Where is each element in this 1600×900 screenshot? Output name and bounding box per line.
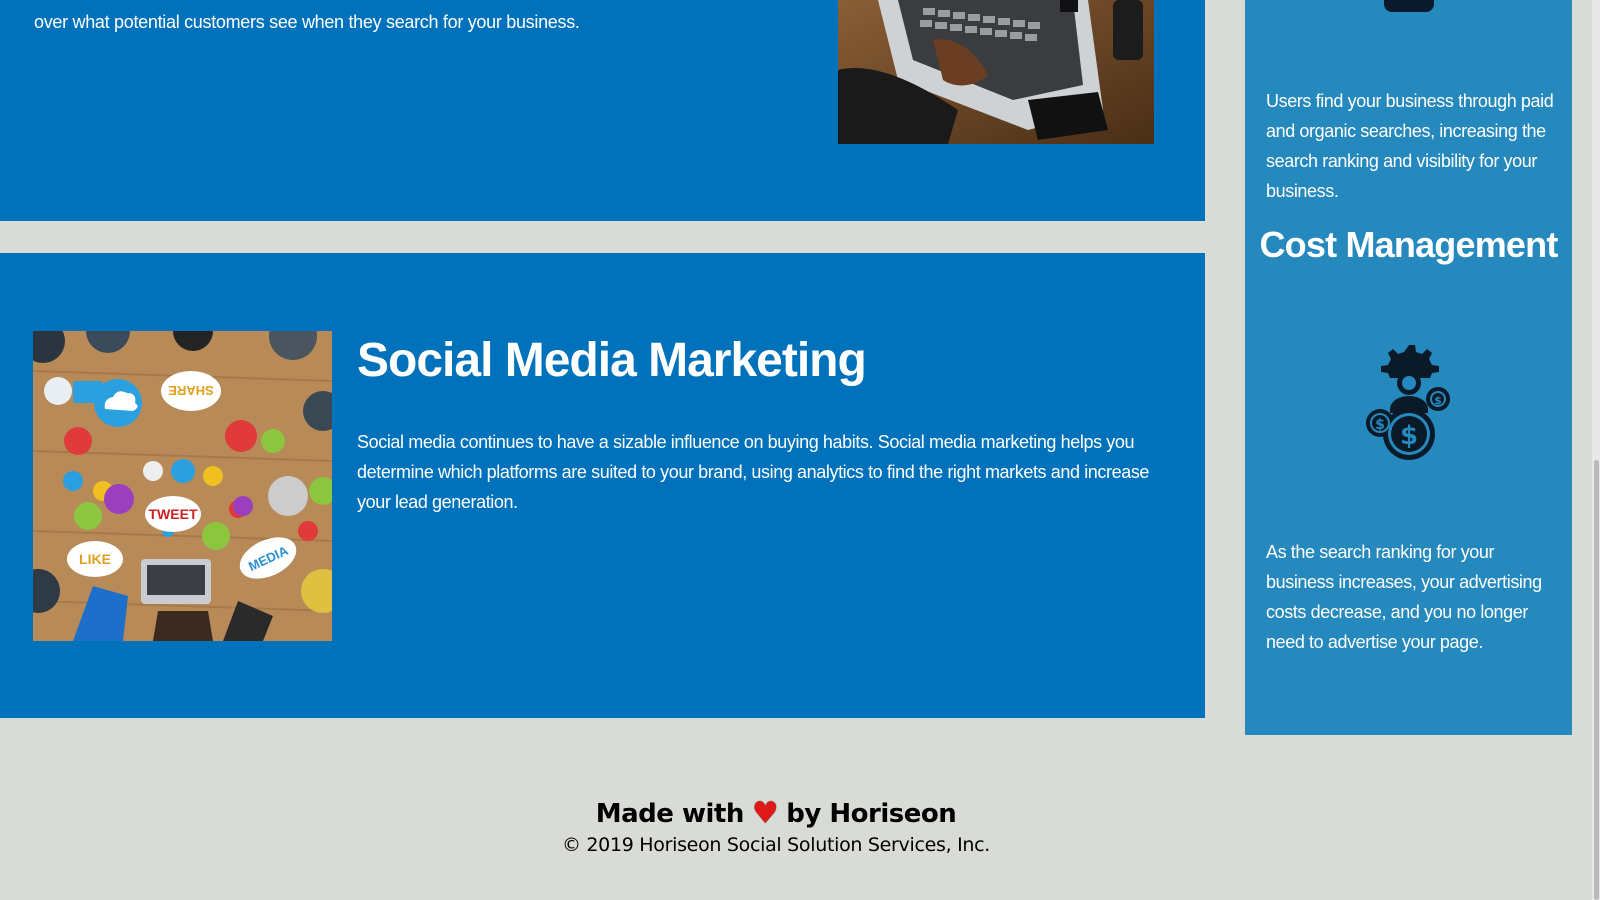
scrollbar-thumb[interactable] [1594, 460, 1599, 900]
page-scrollbar[interactable] [1592, 0, 1600, 900]
benefits-sidebar: Users find your business through paid an… [1245, 0, 1572, 735]
tweet-sticker: TWEET [149, 506, 198, 522]
search-engine-text-tail: over what potential customers see when t… [34, 12, 580, 32]
svg-text:$: $ [1400, 421, 1418, 451]
laptop-image [838, 0, 1154, 144]
social-media-photo-art: SHARE TWEET LIKE MEDIA [33, 331, 332, 641]
by-horiseon-label: by Horiseon [786, 799, 957, 829]
made-with-label: Made with [595, 799, 745, 829]
made-with-line: Made with ♥ by Horiseon [595, 796, 957, 831]
social-media-image: SHARE TWEET LIKE MEDIA [33, 331, 332, 641]
search-engine-section: over what potential customers see when t… [0, 0, 1205, 221]
cost-management-title: Cost Management [1259, 224, 1558, 265]
share-sticker: SHARE [168, 383, 214, 398]
svg-text:$: $ [1375, 417, 1385, 433]
cost-management-text: As the search ranking for your business … [1266, 542, 1542, 652]
copyright-text: © 2019 Horiseon Social Solution Services… [561, 834, 991, 856]
social-media-marketing-section: SHARE TWEET LIKE MEDIA Social Media Mark… [0, 253, 1205, 718]
page: over what potential customers see when t… [0, 0, 1600, 900]
social-media-marketing-title: Social Media Marketing [357, 334, 867, 387]
footer: Made with ♥ by Horiseon © 2019 Horiseon … [0, 797, 1552, 859]
online-reputation-text: Users find your business through paid an… [1266, 91, 1554, 201]
social-media-marketing-text: Social media continues to have a sizable… [357, 432, 1150, 512]
like-sticker: LIKE [79, 551, 111, 567]
cost-management-icon: $ $ $ [1366, 343, 1452, 465]
heart-icon: ♥ [751, 796, 779, 831]
benefit-icon [1384, 0, 1434, 12]
svg-text:$: $ [1434, 394, 1442, 407]
laptop-photo-art [838, 0, 1154, 144]
